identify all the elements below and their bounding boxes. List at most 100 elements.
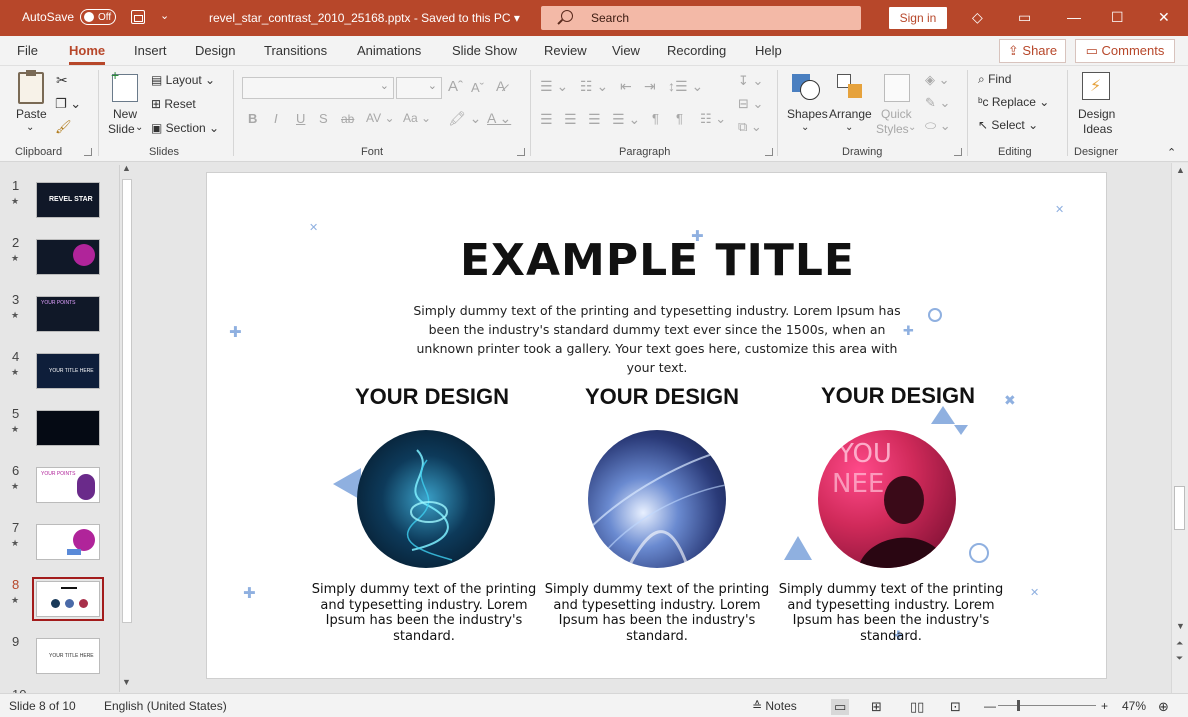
tab-transitions[interactable]: Transitions (264, 43, 327, 58)
decrease-indent-icon[interactable]: ⇤ (620, 78, 632, 95)
zoom-slider-handle[interactable] (1017, 700, 1020, 711)
character-spacing-button[interactable]: AV ⌄ (366, 111, 395, 125)
tab-view[interactable]: View (612, 43, 640, 58)
share-button[interactable]: ⇪ Share (999, 39, 1066, 63)
autosave-toggle[interactable]: Off (80, 9, 116, 25)
scroll-up-icon[interactable]: ▲ (1176, 165, 1185, 175)
image-circle-3[interactable]: YOU NEE (818, 430, 956, 568)
tab-home[interactable]: Home (69, 43, 106, 65)
zoom-in-icon[interactable]: + (1101, 699, 1108, 713)
design-ideas-label-2[interactable]: Ideas (1083, 122, 1112, 136)
slide-thumbnail-7[interactable] (36, 524, 100, 560)
slide-sorter-icon[interactable]: ⊞ (871, 699, 882, 715)
scroll-down-icon[interactable]: ▼ (1176, 621, 1185, 631)
shape-outline-icon[interactable]: ✎ ⌄ (925, 95, 950, 111)
quick-styles-icon[interactable] (884, 74, 910, 102)
paste-dropdown-icon[interactable]: ⌄ (26, 122, 34, 133)
quick-styles-label-1[interactable]: Quick (881, 107, 912, 121)
slide-thumbnail-4[interactable]: YOUR TITLE HERE (36, 353, 100, 389)
shapes-label[interactable]: Shapes (787, 107, 828, 121)
close-icon[interactable]: ✕ (1158, 9, 1170, 25)
column-heading-3[interactable]: YOUR DESIGN (783, 383, 1013, 409)
column-heading-2[interactable]: YOUR DESIGN (547, 384, 777, 410)
tab-help[interactable]: Help (755, 43, 782, 58)
chevron-down-icon[interactable]: ⌄ (908, 122, 916, 133)
chevron-down-icon[interactable]: ⌄ (845, 122, 853, 133)
slide-thumbnail-6[interactable]: YOUR POINTS (36, 467, 100, 503)
previous-slide-icon[interactable]: ⏶ (1176, 638, 1183, 649)
comments-button[interactable]: ▭ Comments (1075, 39, 1175, 63)
tab-slide-show[interactable]: Slide Show (452, 43, 517, 58)
ltr-icon[interactable]: ¶ (652, 111, 659, 126)
search-box[interactable]: Search (541, 6, 861, 30)
tab-insert[interactable]: Insert (134, 43, 167, 58)
font-launcher-icon[interactable] (517, 148, 525, 156)
section-button[interactable]: ▣ Section ⌄ (151, 121, 219, 135)
column-text-3[interactable]: Simply dummy text of the printing and ty… (776, 582, 1006, 644)
clipboard-launcher-icon[interactable] (84, 148, 92, 156)
slide-scrollbar[interactable]: ▲ ▼ ⏶ ⏷ (1171, 163, 1188, 693)
tab-design[interactable]: Design (195, 43, 235, 58)
cut-icon[interactable]: ✂ (56, 72, 68, 89)
columns-icon[interactable]: ☷ ⌄ (700, 111, 726, 127)
next-slide-icon[interactable]: ⏷ (1176, 653, 1183, 664)
copy-icon[interactable]: ❐ ⌄ (55, 96, 81, 112)
highlight-icon[interactable]: 🖍 ⌄ (448, 110, 481, 127)
align-center-icon[interactable]: ☰ (564, 111, 577, 128)
align-left-icon[interactable]: ☰ (540, 111, 553, 128)
bold-button[interactable]: B (248, 111, 257, 126)
image-circle-2[interactable] (588, 430, 726, 568)
slide-thumbnail-1[interactable]: REVEL STAR (36, 182, 100, 218)
column-text-1[interactable]: Simply dummy text of the printing and ty… (309, 582, 539, 644)
slide-show-icon[interactable]: ⊡ (950, 699, 961, 715)
increase-indent-icon[interactable]: ⇥ (644, 78, 656, 95)
bullets-icon[interactable]: ☰ ⌄ (540, 78, 568, 95)
ribbon-display-icon[interactable]: ▭ (1018, 9, 1031, 25)
slide-thumbnail-9[interactable]: YOUR TITLE HERE (36, 638, 100, 674)
shrink-font-icon[interactable]: Aˇ (471, 80, 484, 95)
align-text-icon[interactable]: ⊟ ⌄ (738, 96, 763, 112)
language-indicator[interactable]: English (United States) (104, 699, 227, 713)
tab-file[interactable]: File (17, 43, 38, 58)
collapse-ribbon-icon[interactable]: ⌃ (1167, 146, 1176, 159)
slide-title[interactable]: EXAMPLE TITLE (207, 235, 1106, 286)
select-button[interactable]: ↖ Select ⌄ (978, 118, 1038, 132)
slide-8[interactable]: ✕ ✕ ✚ ✚ ✚ ✖ ✚ ✕ ✚ EXAMPLE TITLE Simply d… (206, 172, 1107, 679)
scroll-up-icon[interactable]: ▲ (122, 163, 131, 173)
diamond-icon[interactable]: ◇ (972, 9, 983, 25)
replace-button[interactable]: ᵇc Replace ⌄ (978, 95, 1049, 109)
column-text-2[interactable]: Simply dummy text of the printing and ty… (542, 582, 772, 644)
reset-button[interactable]: ⊞ Reset (151, 97, 196, 111)
shape-effects-icon[interactable]: ⬭ ⌄ (925, 118, 951, 134)
document-title[interactable]: revel_star_contrast_2010_25168.pptx - Sa… (209, 11, 520, 25)
slide-subtitle[interactable]: Simply dummy text of the printing and ty… (412, 301, 902, 377)
paragraph-launcher-icon[interactable] (765, 148, 773, 156)
italic-button[interactable]: I (274, 111, 278, 126)
sign-in-button[interactable]: Sign in (889, 7, 947, 29)
new-slide-label-2[interactable]: Slide (108, 122, 135, 136)
align-right-icon[interactable]: ☰ (588, 111, 601, 128)
customize-qat-icon[interactable]: ⌄ (160, 9, 169, 22)
clear-format-icon[interactable]: A̷ (496, 78, 505, 94)
image-circle-1[interactable] (357, 430, 495, 568)
font-color-icon[interactable]: A ⌄ (487, 110, 511, 127)
design-ideas-label-1[interactable]: Design (1078, 107, 1115, 121)
paste-label[interactable]: Paste (16, 107, 47, 121)
tab-animations[interactable]: Animations (357, 43, 421, 58)
underline-button[interactable]: U (296, 111, 305, 126)
rtl-icon[interactable]: ¶ (676, 111, 683, 126)
format-painter-icon[interactable]: 🖌 (55, 119, 72, 135)
tab-review[interactable]: Review (544, 43, 587, 58)
tab-recording[interactable]: Recording (667, 43, 726, 58)
reading-view-icon[interactable]: ▯▯ (910, 699, 924, 715)
grow-font-icon[interactable]: Aˆ (448, 78, 463, 95)
column-heading-1[interactable]: YOUR DESIGN (317, 384, 547, 410)
font-size-combo[interactable] (396, 77, 442, 99)
paste-icon[interactable] (18, 72, 44, 104)
strikethrough-button[interactable]: ab (341, 112, 354, 126)
drawing-launcher-icon[interactable] (954, 148, 962, 156)
chevron-down-icon[interactable]: ⌄ (135, 122, 143, 133)
zoom-level[interactable]: 47% (1122, 699, 1146, 713)
text-direction-icon[interactable]: ↧ ⌄ (738, 73, 763, 89)
scroll-down-icon[interactable]: ▼ (122, 677, 131, 687)
